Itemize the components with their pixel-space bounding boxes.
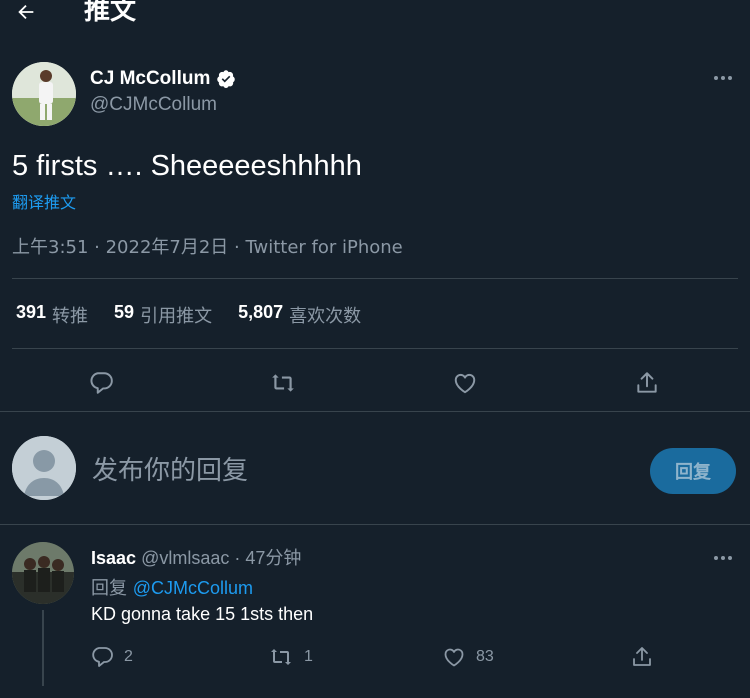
more-dot-icon — [721, 556, 725, 560]
reply-actions: 2 1 83 — [0, 642, 750, 674]
quotes-label: 引用推文 — [140, 306, 213, 327]
reply-like-button[interactable]: 83 — [442, 642, 494, 672]
author-name[interactable]: CJ McCollum — [90, 68, 236, 90]
share-button[interactable] — [630, 366, 664, 400]
reply-tweet[interactable]: Isaac @vlmlsaac · 47分钟 回复 @CJMcCollum KD… — [0, 540, 750, 698]
reply-submit-button[interactable]: 回复 — [650, 448, 736, 494]
replying-to-link[interactable]: @CJMcCollum — [133, 578, 253, 598]
reply-retweet-button[interactable]: 1 — [268, 642, 313, 672]
share-icon — [633, 647, 651, 666]
retweet-button[interactable] — [266, 366, 300, 400]
likes-label: 喜欢次数 — [289, 306, 362, 327]
reply-replies-count: 2 — [124, 648, 133, 665]
tweet-text: 5 firsts …. Sheeeeeshhhhh — [12, 150, 362, 182]
reply-composer: 发布你的回复 回复 — [0, 436, 750, 506]
back-button[interactable] — [8, 0, 44, 30]
reply-icon — [92, 647, 113, 667]
reply-button[interactable] — [84, 366, 118, 400]
reply-retweets-count: 1 — [304, 648, 313, 665]
divider — [0, 524, 750, 525]
retweet-icon — [272, 374, 294, 392]
reply-handle-time[interactable]: @vlmlsaac · 47分钟 — [141, 548, 301, 568]
default-avatar-icon — [12, 436, 76, 500]
arrow-left-icon — [18, 4, 34, 20]
likes-count: 5,807 — [238, 302, 284, 322]
author-avatar[interactable] — [12, 62, 76, 126]
tweet-timestamp[interactable]: 上午3:51 · 2022年7月2日 · Twitter for iPhone — [12, 233, 403, 259]
heart-icon — [454, 373, 476, 394]
quotes-stat[interactable]: 59 引用推文 — [114, 302, 212, 328]
quotes-count: 59 — [114, 302, 135, 322]
reply-icon — [90, 372, 113, 394]
reply-share-button[interactable] — [630, 642, 654, 672]
like-button[interactable] — [448, 366, 482, 400]
likes-stat[interactable]: 5,807 喜欢次数 — [238, 302, 361, 328]
retweet-icon — [271, 649, 291, 665]
tweet-actions — [0, 362, 750, 402]
reply-author-avatar[interactable] — [12, 542, 74, 604]
divider — [12, 278, 738, 279]
reply-reply-button[interactable]: 2 — [90, 642, 133, 672]
reply-text: KD gonna take 15 1sts then — [91, 604, 314, 624]
verified-badge-icon — [217, 70, 236, 88]
heart-icon — [444, 648, 464, 667]
more-dot-icon — [721, 76, 725, 80]
share-icon — [637, 372, 657, 393]
tweet-stats: 391 转推 59 引用推文 5,807 喜欢次数 — [16, 302, 361, 328]
retweets-label: 转推 — [52, 306, 89, 327]
more-options-button[interactable] — [710, 68, 736, 88]
more-dot-icon — [714, 556, 718, 560]
replying-to-prefix: 回复 — [91, 578, 127, 599]
retweets-stat[interactable]: 391 转推 — [16, 302, 88, 328]
reply-input[interactable]: 发布你的回复 — [92, 450, 248, 487]
reply-more-options-button[interactable] — [710, 548, 736, 568]
more-dot-icon — [728, 556, 732, 560]
author-handle[interactable]: @CJMcCollum — [90, 94, 217, 116]
translate-tweet-link[interactable]: 翻译推文 — [12, 189, 76, 213]
user-avatar[interactable] — [12, 436, 76, 500]
reply-header: Isaac @vlmlsaac · 47分钟 — [91, 544, 301, 570]
page-title: 推文 — [84, 0, 137, 26]
author-name-text: CJ McCollum — [90, 68, 211, 89]
more-dot-icon — [728, 76, 732, 80]
replying-to: 回复 @CJMcCollum — [91, 574, 253, 600]
reply-likes-count: 83 — [476, 648, 494, 665]
retweets-count: 391 — [16, 302, 47, 322]
divider — [0, 411, 750, 412]
more-dot-icon — [714, 76, 718, 80]
divider — [12, 348, 738, 349]
top-bar: 推文 — [0, 0, 750, 30]
reply-author-name[interactable]: Isaac — [91, 548, 136, 568]
